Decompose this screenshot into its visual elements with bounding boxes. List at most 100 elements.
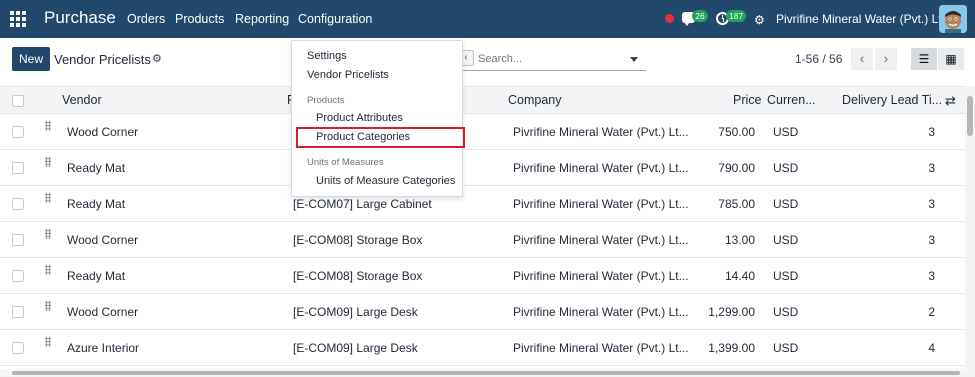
drag-handle-icon[interactable]: [45, 265, 51, 275]
row-checkbox[interactable]: [12, 126, 24, 138]
row-checkbox[interactable]: [12, 270, 24, 282]
col-lead-time[interactable]: Delivery Lead Ti...: [842, 93, 942, 107]
table-row[interactable]: Ready Mat Pivrifine Mineral Water (Pvt.)…: [0, 150, 965, 186]
company-cell: Pivrifine Mineral Water (Pvt.) Lt...: [513, 269, 689, 283]
list-view-icon[interactable]: ☰: [911, 48, 937, 70]
drag-handle-icon[interactable]: [45, 301, 51, 311]
lead-time-cell: 3: [928, 125, 935, 139]
drag-handle-icon[interactable]: [45, 229, 51, 239]
menu-item-product-attributes[interactable]: Product Attributes: [316, 112, 403, 124]
actions-gear-icon[interactable]: ⚙: [152, 52, 162, 65]
row-checkbox[interactable]: [12, 342, 24, 354]
currency-cell: USD: [773, 197, 799, 211]
lead-time-cell: 2: [928, 305, 935, 319]
lead-time-cell: 3: [928, 197, 935, 211]
horizontal-scroll-thumb[interactable]: [12, 371, 960, 375]
menu-section-units-of-measures: Units of Measures: [307, 157, 384, 168]
vendor-cell: Wood Corner: [67, 125, 139, 139]
price-cell: 785.00: [718, 197, 755, 211]
user-avatar[interactable]: [939, 5, 967, 33]
search-options-caret-icon[interactable]: [630, 57, 638, 62]
menu-configuration[interactable]: Configuration: [298, 12, 372, 26]
col-currency[interactable]: Curren...: [767, 93, 816, 107]
activity-count-badge: 187: [726, 10, 747, 22]
currency-cell: USD: [773, 161, 799, 175]
table-row[interactable]: Ready Mat [E-COM08] Storage Box Pivrifin…: [0, 258, 965, 294]
menu-orders[interactable]: Orders: [127, 12, 165, 26]
table-row[interactable]: Wood Corner [E-COM09] Large Desk Pivrifi…: [0, 294, 965, 330]
menu-products[interactable]: Products: [175, 12, 224, 26]
highlight-box: [296, 127, 465, 148]
horizontal-scrollbar[interactable]: [0, 369, 975, 377]
vendor-cell: Ready Mat: [67, 269, 126, 283]
configuration-dropdown-menu: Settings Vendor Pricelists Products Prod…: [291, 40, 465, 197]
vendor-cell: Ready Mat: [67, 161, 126, 175]
vertical-scrollbar[interactable]: [965, 86, 975, 370]
company-cell: Pivrifine Mineral Water (Pvt.) Lt...: [513, 125, 689, 139]
lead-time-cell: 3: [928, 233, 935, 247]
control-panel: New Vendor Pricelists ⚙ ‹ 1-56 / 56 ‹ › …: [0, 38, 975, 84]
apps-grid-icon[interactable]: [10, 11, 26, 27]
drag-handle-icon[interactable]: [45, 193, 51, 203]
price-cell: 13.00: [724, 233, 755, 247]
drag-handle-icon[interactable]: [45, 337, 51, 347]
product-cell: [E-COM09] Large Desk: [293, 305, 418, 319]
col-company[interactable]: Company: [508, 93, 562, 107]
menu-reporting[interactable]: Reporting: [235, 12, 289, 26]
currency-cell: USD: [773, 269, 799, 283]
product-cell: [E-COM08] Storage Box: [293, 233, 423, 247]
lead-time-cell: 3: [928, 161, 935, 175]
currency-cell: USD: [773, 341, 799, 355]
vendor-cell: Wood Corner: [67, 233, 139, 247]
price-cell: 14.40: [724, 269, 755, 283]
col-vendor[interactable]: Vendor: [62, 93, 102, 107]
table-row[interactable]: Wood Corner [E-COM08] Storage Box Pivrif…: [0, 222, 965, 258]
optional-columns-icon[interactable]: ⇄: [945, 93, 956, 109]
drag-handle-icon[interactable]: [45, 157, 51, 167]
app-name[interactable]: Purchase: [44, 8, 116, 28]
lead-time-cell: 4: [928, 341, 935, 355]
chat-count-badge: 26: [692, 10, 708, 22]
company-switcher-icon[interactable]: ⚙: [754, 13, 765, 27]
search-input[interactable]: [478, 51, 628, 67]
pager-value[interactable]: 1-56 / 56: [795, 52, 842, 66]
table-row[interactable]: Azure Interior [E-COM09] Large Desk Pivr…: [0, 330, 965, 366]
company-name[interactable]: Pivrifine Mineral Water (Pvt.) Ltd.: [776, 12, 952, 26]
drag-handle-icon[interactable]: [45, 121, 51, 131]
currency-cell: USD: [773, 125, 799, 139]
product-cell: [E-COM09] Large Desk: [293, 341, 418, 355]
currency-cell: USD: [773, 305, 799, 319]
menu-item-uom-categories[interactable]: Units of Measure Categories: [316, 175, 455, 187]
price-cell: 1,299.00: [708, 305, 755, 319]
company-cell: Pivrifine Mineral Water (Pvt.) Lt...: [513, 233, 689, 247]
currency-cell: USD: [773, 233, 799, 247]
new-button[interactable]: New: [12, 47, 50, 71]
search-bar: ‹: [458, 47, 646, 71]
product-cell: [E-COM07] Large Cabinet: [293, 197, 432, 211]
row-checkbox[interactable]: [12, 198, 24, 210]
vertical-scroll-thumb[interactable]: [967, 96, 973, 136]
company-cell: Pivrifine Mineral Water (Pvt.) Lt...: [513, 341, 689, 355]
page-title: Vendor Pricelists: [54, 52, 151, 67]
menu-section-products: Products: [307, 95, 345, 106]
menu-item-vendor-pricelists[interactable]: Vendor Pricelists: [307, 69, 389, 81]
pager-prev-chevron-icon[interactable]: ‹: [851, 48, 873, 70]
menu-item-settings[interactable]: Settings: [307, 50, 347, 62]
table-header: Vendor P Company Price Curren... Deliver…: [0, 86, 965, 114]
pivot-view-icon[interactable]: ▦: [938, 48, 964, 70]
table-row[interactable]: Ready Mat [E-COM07] Large Cabinet Pivrif…: [0, 186, 965, 222]
row-checkbox[interactable]: [12, 306, 24, 318]
pager-next-chevron-icon[interactable]: ›: [875, 48, 897, 70]
company-cell: Pivrifine Mineral Water (Pvt.) Lt...: [513, 197, 689, 211]
price-cell: 750.00: [718, 125, 755, 139]
price-cell: 1,399.00: [708, 341, 755, 355]
select-all-checkbox[interactable]: [12, 95, 24, 107]
col-price[interactable]: Price: [733, 93, 761, 107]
vendor-cell: Azure Interior: [67, 341, 140, 355]
lead-time-cell: 3: [928, 269, 935, 283]
table-row[interactable]: Wood Corner Pivrifine Mineral Water (Pvt…: [0, 114, 965, 150]
row-checkbox[interactable]: [12, 234, 24, 246]
price-cell: 790.00: [718, 161, 755, 175]
row-checkbox[interactable]: [12, 162, 24, 174]
company-cell: Pivrifine Mineral Water (Pvt.) Lt...: [513, 305, 689, 319]
